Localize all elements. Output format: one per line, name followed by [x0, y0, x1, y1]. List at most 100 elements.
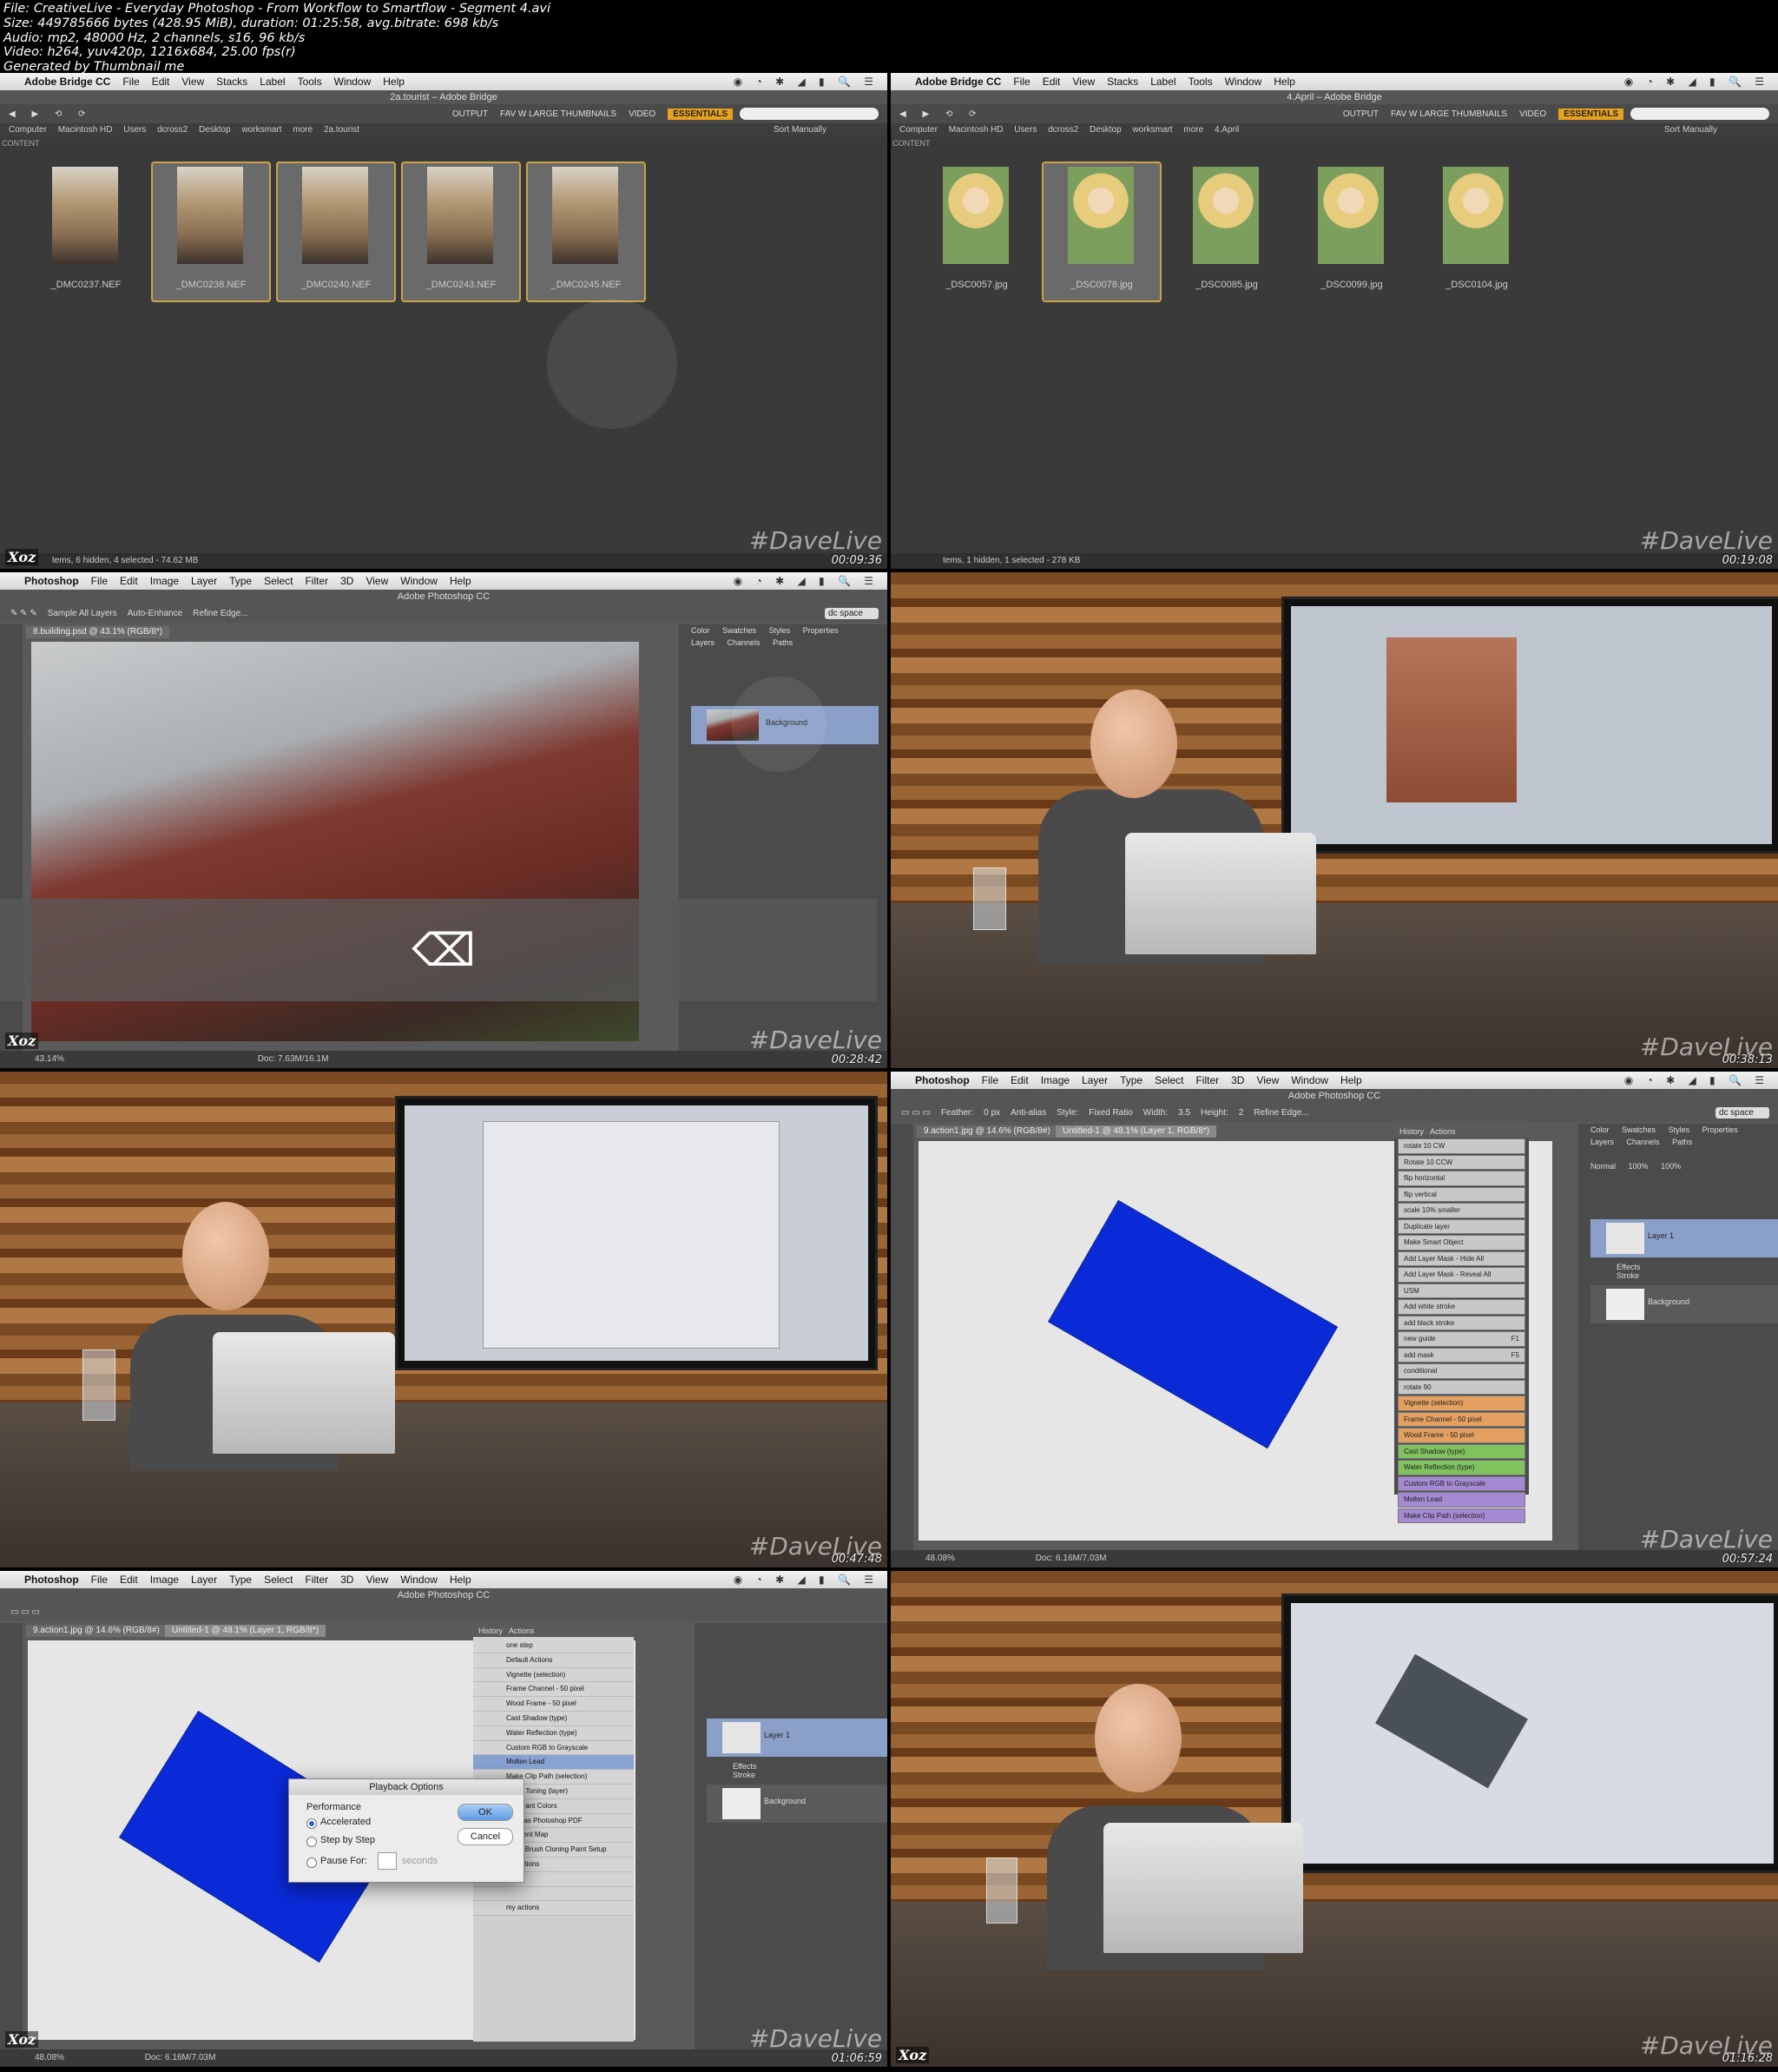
menu-file[interactable]: File: [91, 1574, 108, 1586]
brush-tool-icon[interactable]: ✎ ✎ ✎: [10, 609, 37, 618]
action-button[interactable]: flip vertical: [1398, 1186, 1525, 1202]
tab-history[interactable]: History: [1399, 1127, 1424, 1136]
action-list-item[interactable]: [473, 1886, 634, 1902]
menu-label[interactable]: Label: [260, 76, 285, 88]
action-list-item[interactable]: Vignette (selection): [473, 1667, 634, 1683]
menu-type[interactable]: Type: [1120, 1074, 1143, 1086]
cancel-button[interactable]: Cancel: [458, 1828, 513, 1845]
menu-help[interactable]: Help: [1340, 1074, 1362, 1086]
stroke-label[interactable]: Stroke: [1617, 1271, 1640, 1280]
crumb-item[interactable]: Computer: [899, 125, 938, 135]
search-input[interactable]: [1630, 108, 1769, 120]
action-list-item[interactable]: Cast Shadow (type): [473, 1711, 634, 1726]
tab-actions[interactable]: Actions: [509, 1627, 535, 1635]
menu-tools[interactable]: Tools: [298, 76, 322, 88]
menu-help[interactable]: Help: [1274, 76, 1295, 88]
tab-styles[interactable]: Styles: [769, 626, 791, 635]
menu-edit[interactable]: Edit: [120, 1574, 138, 1586]
menu-filter[interactable]: Filter: [1195, 1074, 1219, 1086]
feather-input[interactable]: 0 px: [984, 1108, 1000, 1118]
action-button[interactable]: rotate 90: [1398, 1379, 1525, 1395]
menu-type[interactable]: Type: [229, 1574, 252, 1586]
zoom-level[interactable]: 48.08%: [35, 2053, 64, 2062]
height-input[interactable]: 2: [1239, 1108, 1244, 1118]
crumb-item[interactable]: Computer: [9, 125, 47, 135]
action-button[interactable]: add mask F5: [1398, 1347, 1525, 1363]
tab-paths[interactable]: Paths: [1672, 1138, 1692, 1146]
crumb-item[interactable]: Macintosh HD: [58, 125, 113, 135]
menu-select[interactable]: Select: [264, 575, 293, 587]
action-list-item[interactable]: Custom RGB to Grayscale: [473, 1740, 634, 1756]
menu-layer[interactable]: Layer: [191, 575, 217, 587]
menu-help[interactable]: Help: [383, 76, 405, 88]
menu-image[interactable]: Image: [1041, 1074, 1070, 1086]
workspace-video[interactable]: VIDEO: [1519, 109, 1546, 119]
app-menu[interactable]: Photoshop: [24, 575, 79, 587]
document-tab[interactable]: Untitled-1 @ 48.1% (Layer 1, RGB/8*): [165, 1625, 326, 1637]
layer-row-layer1[interactable]: Layer 1: [707, 1719, 887, 1757]
menu-view[interactable]: View: [181, 76, 204, 88]
menu-help[interactable]: Help: [450, 575, 471, 587]
action-list-item[interactable]: Frame Channel - 50 pixel: [473, 1682, 634, 1698]
app-menu[interactable]: Adobe Bridge CC: [915, 76, 1001, 88]
action-list-item[interactable]: Default Actions: [473, 1653, 634, 1668]
menu-file[interactable]: File: [91, 575, 108, 587]
action-list-item[interactable]: Wood Frame - 50 pixel: [473, 1697, 634, 1712]
zoom-level[interactable]: 43.14%: [35, 1054, 64, 1064]
action-button[interactable]: Molten Lead: [1398, 1492, 1525, 1508]
workspace-fav[interactable]: FAV W LARGE THUMBNAILS: [500, 109, 616, 119]
search-input[interactable]: [740, 108, 879, 120]
tab-properties[interactable]: Properties: [803, 626, 839, 635]
action-button[interactable]: Custom RGB to Grayscale: [1398, 1475, 1525, 1491]
tab-layers[interactable]: Layers: [691, 638, 714, 647]
action-button[interactable]: Duplicate layer: [1398, 1218, 1525, 1234]
thumbnail[interactable]: _DMC0240.NEF: [276, 162, 396, 302]
action-button[interactable]: new guide F1: [1398, 1331, 1525, 1347]
layer-row-layer1[interactable]: Layer 1: [1590, 1219, 1778, 1257]
tab-actions[interactable]: Actions: [1430, 1127, 1456, 1136]
crumb-item[interactable]: 4.April: [1215, 125, 1239, 135]
app-menu[interactable]: Photoshop: [24, 1574, 79, 1586]
action-list-item[interactable]: my actions: [473, 1901, 634, 1917]
tab-layers[interactable]: Layers: [1590, 1138, 1614, 1146]
sample-all-layers-checkbox[interactable]: Sample All Layers: [48, 609, 117, 618]
fill-value[interactable]: 100%: [1661, 1162, 1681, 1171]
thumbnail[interactable]: _DMC0238.NEF: [151, 162, 271, 302]
menu-layer[interactable]: Layer: [1082, 1074, 1108, 1086]
menu-view[interactable]: View: [1256, 1074, 1279, 1086]
crumb-item[interactable]: Macintosh HD: [949, 125, 1004, 135]
workspace-output[interactable]: OUTPUT: [1343, 109, 1379, 119]
action-button[interactable]: Make Smart Object: [1398, 1235, 1525, 1250]
menu-image[interactable]: Image: [150, 575, 179, 587]
thumbnail[interactable]: _DMC0243.NEF: [401, 162, 521, 302]
action-list-item[interactable]: one step: [473, 1639, 634, 1653]
content-tab[interactable]: CONTENT: [2, 139, 40, 148]
radio-step-by-step[interactable]: [306, 1837, 317, 1847]
pause-seconds-input[interactable]: [378, 1852, 397, 1870]
action-button[interactable]: Frame Channel - 50 pixel: [1398, 1411, 1525, 1427]
menu-window[interactable]: Window: [400, 575, 438, 587]
refine-edge-button[interactable]: Refine Edge...: [1254, 1108, 1308, 1118]
auto-enhance-checkbox[interactable]: Auto-Enhance: [128, 609, 182, 618]
thumbnail[interactable]: _DSC0099.jpg: [1292, 162, 1412, 302]
action-list-item[interactable]: Water Reflection (type): [473, 1726, 634, 1741]
menu-tools[interactable]: Tools: [1189, 76, 1213, 88]
tab-channels[interactable]: Channels: [728, 638, 761, 647]
menu-help[interactable]: Help: [450, 1574, 471, 1586]
menu-edit[interactable]: Edit: [120, 575, 138, 587]
thumbnail[interactable]: _DSC0078.jpg: [1042, 162, 1162, 302]
menu-filter[interactable]: Filter: [305, 1574, 328, 1586]
layer-row-background[interactable]: Background: [707, 1785, 887, 1823]
sort-dropdown[interactable]: Sort Manually: [774, 123, 826, 137]
thumbnail[interactable]: _DSC0085.jpg: [1167, 162, 1287, 302]
blend-mode-select[interactable]: Normal: [1590, 1162, 1616, 1171]
action-button[interactable]: USM: [1398, 1283, 1525, 1298]
tools-panel[interactable]: [891, 1124, 913, 1550]
menu-file[interactable]: File: [122, 76, 139, 88]
menu-filter[interactable]: Filter: [305, 575, 328, 587]
menu-3d[interactable]: 3D: [340, 1574, 353, 1586]
nav-arrows-icon[interactable]: ◀ ▶ ⟲ ⟳: [9, 109, 92, 119]
menu-view[interactable]: View: [1072, 76, 1095, 88]
menu-type[interactable]: Type: [229, 575, 252, 587]
workspace-select[interactable]: dc space: [824, 607, 879, 619]
